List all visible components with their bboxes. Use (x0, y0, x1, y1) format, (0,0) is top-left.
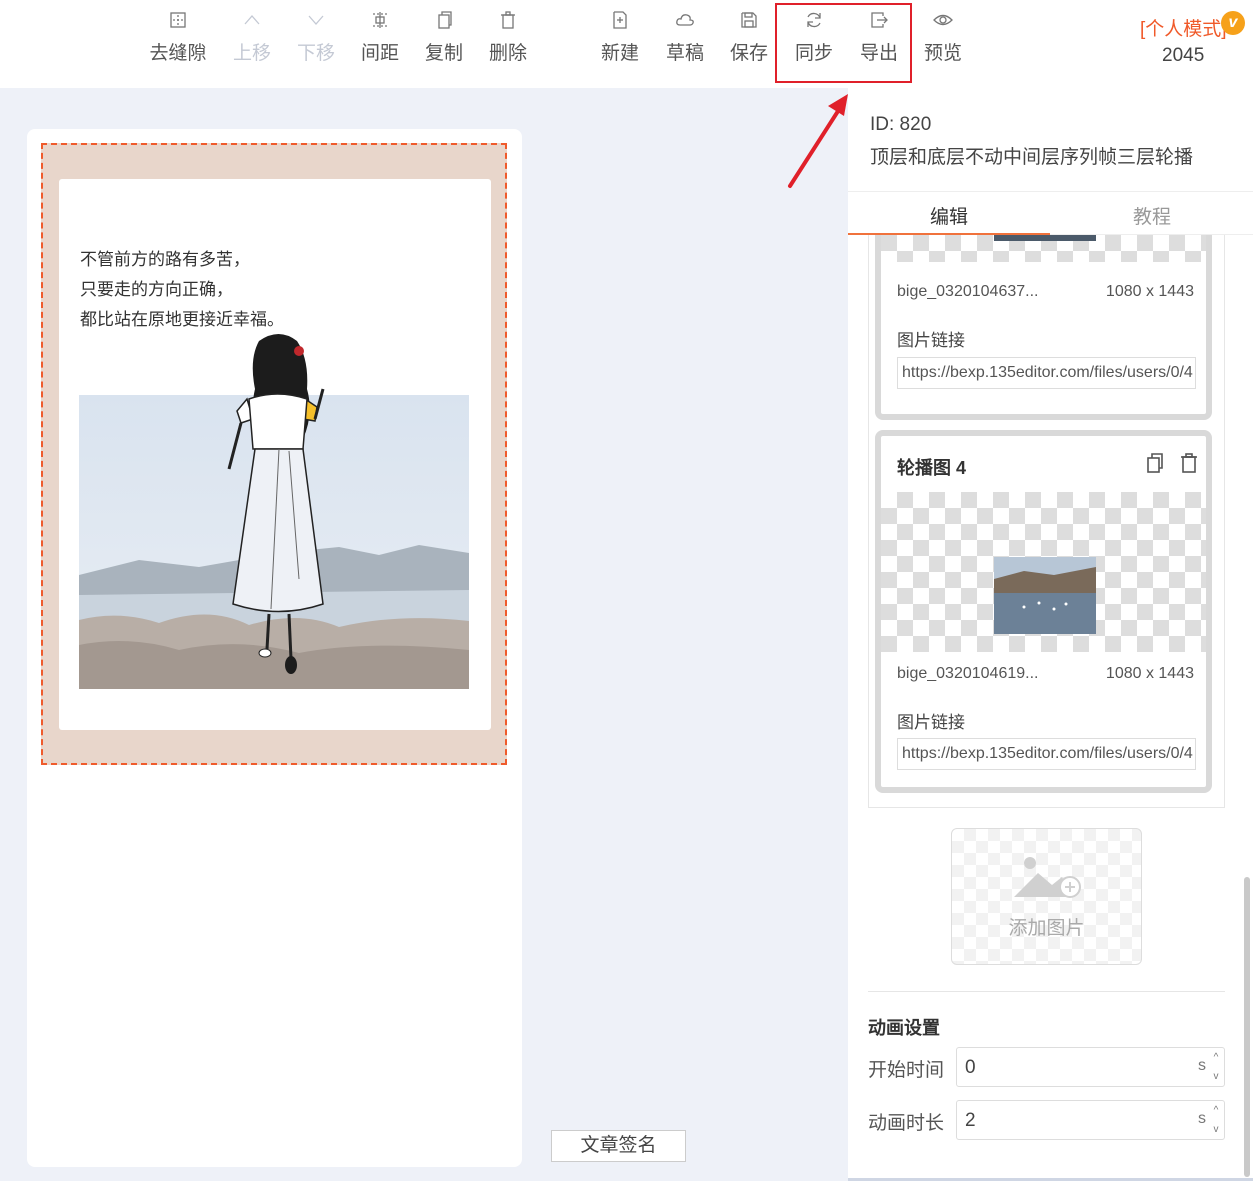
image-link-input[interactable]: https://bexp.135editor.com/files/users/0… (897, 357, 1196, 389)
file-name: bige_0320104619... (897, 665, 1039, 682)
settings-panel: ID: 820 顶层和底层不动中间层序列帧三层轮播 编辑 教程 bige_032… (848, 88, 1253, 1181)
article-signature-button[interactable]: 文章签名 (551, 1130, 686, 1162)
start-time-value: 0 (965, 1057, 976, 1078)
duration-stepper[interactable]: ^ v (1210, 1101, 1222, 1139)
image-link-label: 图片链接 (897, 331, 965, 350)
duration-input[interactable]: 2 s ^ v (956, 1100, 1225, 1140)
panel-tabs: 编辑 教程 (848, 191, 1253, 235)
preview-button[interactable]: 预览 (911, 10, 975, 65)
content-card: 不管前方的路有多苦， 只要走的方向正确， 都比站在原地更接近幸福。 (59, 179, 491, 730)
image-preview[interactable] (881, 235, 1206, 262)
copy-icon[interactable] (1145, 452, 1165, 474)
stepper-down-icon[interactable]: v (1210, 1067, 1222, 1086)
tab-tutorial[interactable]: 教程 (1133, 202, 1171, 229)
editor-canvas: 不管前方的路有多苦， 只要走的方向正确， 都比站在原地更接近幸福。 (27, 129, 522, 1167)
carousel-list: bige_0320104637... 1080 x 1443 图片链接 http… (868, 235, 1225, 808)
toolbar: 去缝隙 上移 下移 间距 复制 删除 新建 草稿 保存 同步 导出 预览 [个人… (0, 0, 1253, 88)
duration-unit: s (1198, 1110, 1206, 1127)
remove-gap-button[interactable]: 去缝隙 (146, 10, 210, 65)
draft-button[interactable]: 草稿 (653, 10, 717, 65)
remove-gap-label: 去缝隙 (149, 43, 207, 64)
stepper-down-icon[interactable]: v (1210, 1120, 1222, 1139)
image-preview[interactable] (881, 492, 1206, 652)
carousel-item-3: bige_0320104637... 1080 x 1443 图片链接 http… (875, 235, 1212, 420)
template-name: 顶层和底层不动中间层序列帧三层轮播 (870, 147, 1194, 168)
eye-icon (933, 14, 953, 26)
copy-label: 复制 (424, 43, 463, 64)
image-link-label: 图片链接 (897, 713, 965, 732)
save-label: 保存 (729, 43, 768, 64)
image-link-input[interactable]: https://bexp.135editor.com/files/users/0… (897, 738, 1196, 770)
gap-icon (170, 12, 186, 28)
poem-line-2: 只要走的方向正确， (80, 280, 233, 300)
draft-label: 草稿 (665, 43, 704, 64)
poem-text: 不管前方的路有多苦， 只要走的方向正确， 都比站在原地更接近幸福。 (80, 245, 284, 335)
cloud-icon (676, 14, 694, 26)
divider (868, 991, 1225, 992)
spacing-label: 间距 (360, 43, 399, 64)
girl-illustration (227, 334, 325, 674)
thumbnail-image (994, 235, 1096, 241)
add-image-icon (1014, 857, 1081, 898)
trash-icon (501, 11, 515, 29)
start-time-input[interactable]: 0 s ^ v (956, 1047, 1225, 1087)
copy-button[interactable]: 复制 (412, 10, 476, 65)
move-down-label: 下移 (296, 43, 335, 64)
file-size: 1080 x 1443 (1105, 665, 1194, 682)
start-time-stepper[interactable]: ^ v (1210, 1048, 1222, 1086)
sync-export-highlight (775, 3, 912, 83)
chevron-down-icon (308, 15, 324, 25)
template-id: ID: 820 (870, 114, 932, 135)
preview-label: 预览 (923, 43, 962, 64)
spacing-button[interactable]: 间距 (348, 10, 412, 65)
new-button[interactable]: 新建 (588, 10, 652, 65)
copy-icon (438, 11, 452, 29)
duration-value: 2 (965, 1110, 976, 1131)
start-time-label: 开始时间 (868, 1060, 945, 1081)
thumbnail-image (994, 557, 1096, 634)
carousel-item-title: 轮播图 4 (897, 458, 967, 478)
delete-label: 删除 (488, 43, 527, 64)
animation-settings-title: 动画设置 (868, 1018, 940, 1038)
new-label: 新建 (600, 43, 639, 64)
tab-edit[interactable]: 编辑 (930, 202, 968, 229)
file-size: 1080 x 1443 (1105, 283, 1194, 300)
stepper-up-icon[interactable]: ^ (1210, 1101, 1222, 1120)
selected-block[interactable]: 不管前方的路有多苦， 只要走的方向正确， 都比站在原地更接近幸福。 (41, 143, 507, 765)
chevron-up-icon (244, 15, 260, 25)
word-count: 2045 (1162, 45, 1205, 66)
duration-label: 动画时长 (868, 1113, 945, 1134)
delete-button[interactable]: 删除 (476, 10, 540, 65)
add-image-label: 添加图片 (1008, 918, 1085, 939)
start-time-unit: s (1198, 1057, 1206, 1074)
stepper-up-icon[interactable]: ^ (1210, 1048, 1222, 1067)
move-up-label: 上移 (232, 43, 271, 64)
poem-line-1: 不管前方的路有多苦， (80, 250, 250, 270)
trash-icon[interactable] (1179, 452, 1199, 474)
file-name: bige_0320104637... (897, 283, 1039, 300)
move-down-button[interactable]: 下移 (284, 10, 348, 65)
move-up-button[interactable]: 上移 (220, 10, 284, 65)
new-file-icon (613, 11, 627, 29)
panel-scrollbar[interactable] (1244, 877, 1250, 1177)
save-button[interactable]: 保存 (717, 10, 781, 65)
add-image-button[interactable]: 添加图片 (951, 828, 1142, 965)
mode-label[interactable]: [个人模式] (1140, 14, 1227, 41)
vip-badge-icon: v (1221, 11, 1245, 35)
spacing-icon (373, 12, 387, 28)
save-icon (741, 12, 757, 28)
carousel-item-4: 轮播图 4 bige_0320104619... 1080 x 1443 图片链… (875, 430, 1212, 793)
